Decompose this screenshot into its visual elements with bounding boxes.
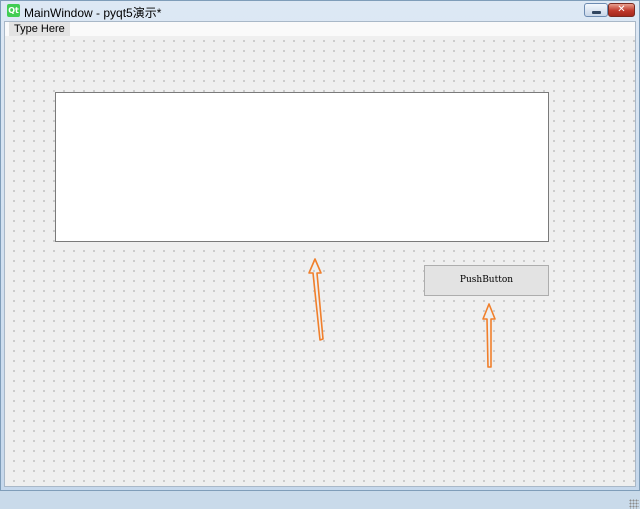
minimize-icon [592,11,601,14]
minimize-button[interactable] [584,3,608,17]
menu-bar: Type Here [5,22,635,36]
close-button[interactable]: ✕ [608,3,635,17]
push-button[interactable]: PushButton [424,265,549,296]
qt-logo-icon: Qt [7,4,20,17]
window-title: MainWindow - pyqt5演示* [24,6,162,20]
menu-type-here[interactable]: Type Here [9,22,70,36]
main-window: Qt MainWindow - pyqt5演示* ✕ Type Here Pus… [0,0,640,509]
resize-grip-icon[interactable] [629,499,639,509]
title-bar[interactable]: Qt MainWindow - pyqt5演示* ✕ [1,1,639,21]
close-icon: ✕ [617,4,626,15]
form-canvas[interactable]: Type Here PushButton [4,21,639,509]
text-edit[interactable] [55,92,549,242]
